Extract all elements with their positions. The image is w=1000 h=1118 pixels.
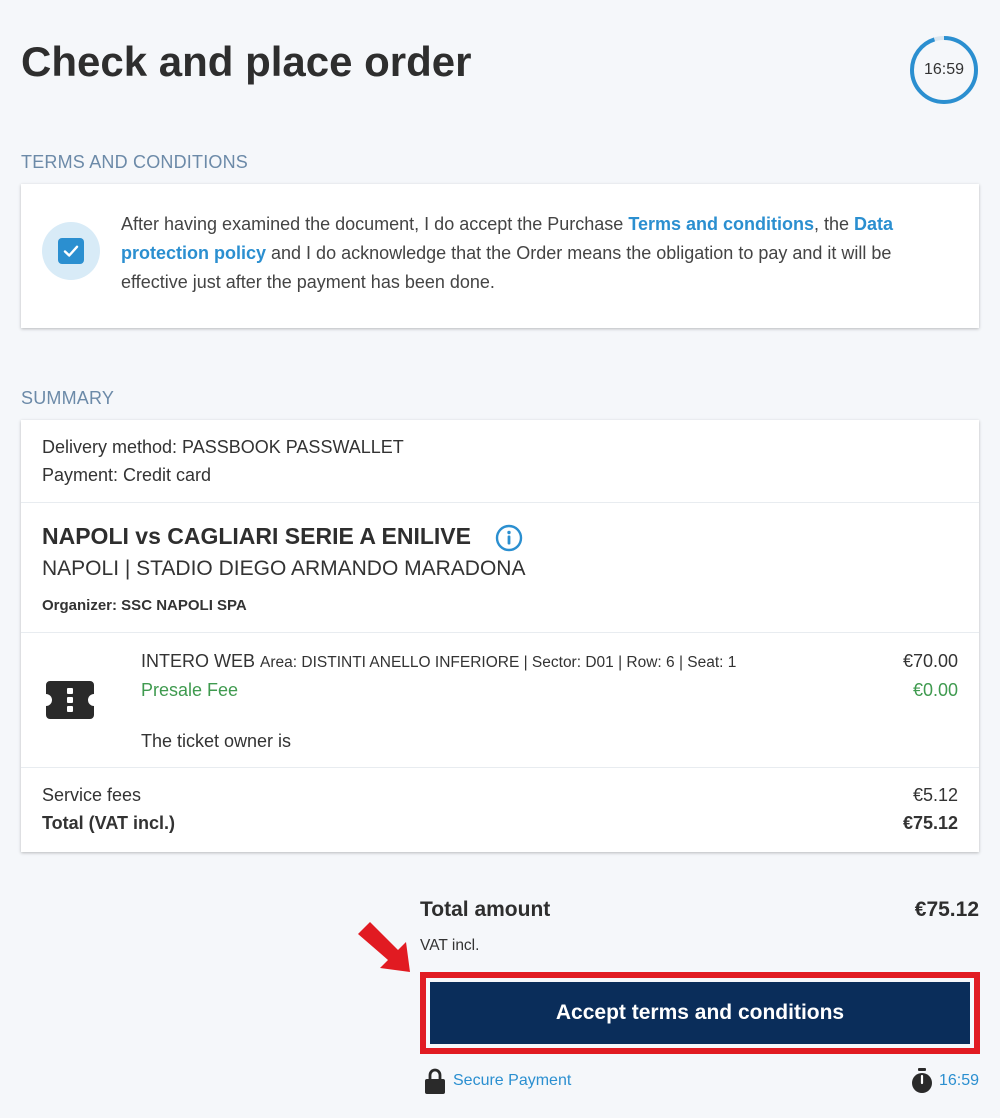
event-title: NAPOLI vs CAGLIARI SERIE A ENILIVE	[42, 523, 471, 549]
ticket-type: INTERO WEB	[141, 651, 256, 671]
total-amount-value: €75.12	[914, 898, 979, 921]
total-value: €75.12	[902, 813, 958, 833]
vat-note: VAT incl.	[420, 937, 480, 954]
delivery-method: Delivery method: PASSBOOK PASSWALLET	[42, 437, 404, 457]
organizer: Organizer: SSC NAPOLI SPA	[42, 597, 247, 614]
ticket-row: INTERO WEB Area: DISTINTI ANELLO INFERIO…	[21, 633, 979, 768]
red-arrow-icon	[358, 922, 410, 972]
checkbox-checked-icon	[58, 238, 84, 264]
ticket-description: INTERO WEB Area: DISTINTI ANELLO INFERIO…	[141, 651, 736, 672]
ticket-details: Area: DISTINTI ANELLO INFERIORE | Sector…	[260, 654, 737, 671]
terms-section-label: TERMS AND CONDITIONS	[21, 152, 249, 172]
service-fees-value: €5.12	[912, 785, 958, 805]
totals-row: Service fees €5.12 Total (VAT incl.) €75…	[21, 768, 979, 852]
total-label: Total (VAT incl.)	[42, 813, 175, 833]
page-title: Check and place order	[21, 38, 472, 85]
secure-payment-label: Secure Payment	[453, 1072, 572, 1089]
ticket-icon	[46, 681, 94, 719]
service-fees-label: Service fees	[42, 785, 142, 805]
terms-card: After having examined the document, I do…	[21, 184, 979, 328]
redacted-owner-name	[296, 730, 467, 754]
delivery-payment-row: Delivery method: PASSBOOK PASSWALLET Pay…	[21, 420, 979, 503]
accept-terms-button[interactable]: Accept terms and conditions	[430, 982, 970, 1044]
footer-timer: 16:59	[911, 1068, 979, 1094]
ticket-price: €70.00	[902, 651, 958, 671]
ticket-owner: The ticket owner is	[141, 730, 467, 754]
presale-fee-value: €0.00	[912, 680, 958, 700]
terms-checkbox[interactable]	[42, 222, 100, 280]
payment-method: Payment: Credit card	[42, 465, 212, 485]
info-icon[interactable]	[495, 524, 523, 552]
presale-fee-label: Presale Fee	[141, 680, 239, 700]
cta-highlight-frame: Accept terms and conditions	[420, 972, 980, 1054]
lock-icon	[425, 1068, 445, 1094]
total-amount-label: Total amount	[420, 898, 551, 921]
summary-card: Delivery method: PASSBOOK PASSWALLET Pay…	[21, 420, 979, 852]
secure-payment-link[interactable]: Secure Payment	[425, 1068, 571, 1094]
countdown-timer: 16:59	[923, 61, 965, 78]
footer-timer-text: 16:59	[938, 1072, 979, 1089]
venue: NAPOLI | STADIO DIEGO ARMANDO MARADONA	[42, 557, 526, 580]
stopwatch-icon	[911, 1068, 932, 1093]
terms-text: After having examined the document, I do…	[121, 214, 894, 292]
summary-section-label: SUMMARY	[21, 388, 115, 408]
terms-link[interactable]: Terms and conditions	[628, 214, 814, 234]
event-row: NAPOLI vs CAGLIARI SERIE A ENILIVE NAPOL…	[21, 503, 979, 633]
